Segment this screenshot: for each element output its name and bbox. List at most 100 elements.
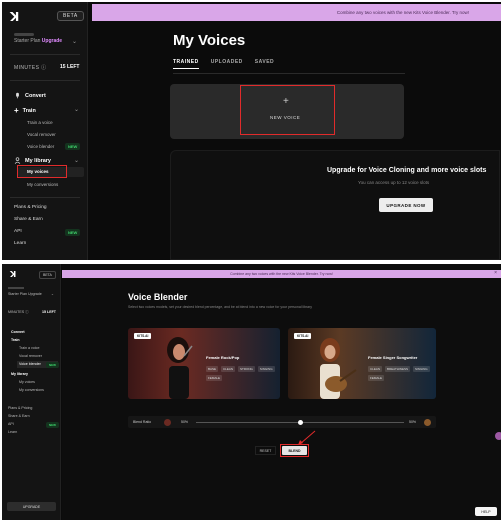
nav-share-earn[interactable]: Share & Earn [14,217,43,222]
blend-left-percent: 50% [181,420,189,424]
nav-learn[interactable]: Learn [14,241,26,246]
nav-my-conversions[interactable]: My conversions [19,388,44,392]
chevron-down-icon[interactable]: ⌄ [51,292,54,296]
voice-card-right[interactable]: KITS.AI Female Singer Songwriter CLEAN B… [288,328,436,399]
nav-my-library[interactable]: My library [14,157,51,164]
page-title: My Voices [173,32,246,49]
nav-my-voices[interactable]: My voices [19,380,35,384]
voice-source-badge: KITS.AI [134,333,152,339]
upgrade-button[interactable]: UPGRADE [7,502,56,511]
divider [10,54,80,55]
sidebar: ꓘ BETA Starter Plan Upgrade ⌄ MINUTES ⓘ … [2,264,61,520]
plus-icon: + [14,106,19,115]
nav-voice-blender[interactable]: Voice blender [27,144,54,149]
main-content: Combine any two voices with the new Kits… [89,2,501,260]
voice-card-left[interactable]: KITS.AI Female Rock/Pop BASE CLEAN STRON… [128,328,280,399]
chat-bubble-icon[interactable] [495,432,501,440]
voice-tags: BASE CLEAN STRONG SINGING FEMALE [206,366,280,381]
voice-left-avatar [164,419,171,426]
tab-saved[interactable]: SAVED [255,59,274,65]
new-badge: NEW [65,229,81,236]
my-voices-screenshot: ꓘ BETA Starter Plan Upgrade ⌄ MINUTES ⓘ … [2,2,501,260]
voice-right-avatar [424,419,431,426]
upgrade-subtitle: You can access up to 12 voice slots [358,180,430,185]
voice-name: Female Singer Songwriter [368,355,418,360]
kits-logo-icon[interactable]: ꓘ [10,270,16,279]
nav-plans-pricing[interactable]: Plans & Pricing [8,406,32,410]
blend-slider-handle[interactable] [297,420,303,425]
divider [10,197,80,198]
nav-train[interactable]: Train [11,338,20,342]
plus-icon: + [283,96,289,107]
voice-tag: FEMALE [206,375,223,381]
voice-tag: BREATHINESS [385,366,410,372]
main-content: Combine any two voices with the new Kits… [62,264,501,520]
nav-train[interactable]: + Train [14,106,36,115]
tab-uploaded[interactable]: UPLOADED [211,59,243,65]
highlight-box [240,85,335,135]
voice-tag: SINGING [412,366,430,372]
page-title: Voice Blender [128,292,188,302]
chevron-down-icon[interactable]: ⌄ [72,38,77,45]
divider [10,80,80,81]
nav-convert[interactable]: Convert [11,330,25,334]
microphone-icon [16,92,19,99]
close-icon[interactable]: × [494,270,497,276]
nav-convert[interactable]: Convert [14,92,46,99]
new-badge: NEW [65,143,81,150]
minutes-label: MINUTES ⓘ [8,310,29,314]
nav-train-voice[interactable]: Train a voice [27,120,53,125]
nav-my-conversions[interactable]: My conversions [27,182,58,187]
beta-badge: BETA [57,11,84,21]
tab-bar: TRAINED UPLOADED SAVED [173,59,274,69]
minutes-left: 15 LEFT [60,64,80,70]
voice-tag: CLEAN [368,366,383,372]
upgrade-now-button[interactable]: UPGRADE NOW [379,198,433,212]
kits-logo-icon[interactable]: ꓘ [10,11,22,23]
nav-my-library[interactable]: My library [11,372,28,376]
reset-button[interactable]: RESET [255,446,276,455]
nav-share-earn[interactable]: Share & Earn [8,414,30,418]
account-name-redacted [8,287,24,289]
nav-train-voice[interactable]: Train a voice [19,346,39,350]
help-button[interactable]: HELP [475,507,497,516]
tab-trained[interactable]: TRAINED [173,59,199,69]
new-badge: NEW [46,362,59,368]
promo-banner[interactable]: Combine any two voices with the new Kits… [92,4,501,21]
blend-right-percent: 50% [409,420,417,424]
minutes-label: MINUTES ⓘ [14,65,47,71]
voice-blender-screenshot: ꓘ BETA Starter Plan Upgrade ⌄ MINUTES ⓘ … [2,264,501,520]
nav-api[interactable]: API [8,422,14,426]
plan-label[interactable]: Starter Plan Upgrade [14,38,62,44]
page-subtitle: Select two voices models, set your desir… [128,305,313,309]
promo-banner[interactable]: Combine any two voices with the new Kits… [62,270,501,278]
highlight-box [280,444,309,457]
voice-name: Female Rock/Pop [206,355,240,360]
nav-vocal-remover[interactable]: Vocal remover [27,132,56,137]
voice-tag: CLEAN [221,366,236,372]
divider [173,73,405,74]
chevron-down-icon[interactable]: ⌄ [74,157,79,164]
nav-learn[interactable]: Learn [8,430,17,434]
nav-vocal-remover[interactable]: Vocal remover [19,354,42,358]
plan-label[interactable]: Starter Plan Upgrade [8,292,42,296]
nav-api[interactable]: API [14,229,22,234]
voice-tag: FEMALE [368,375,385,381]
chevron-down-icon[interactable]: ⌄ [74,106,79,113]
minutes-left: 15 LEFT [42,310,56,314]
sidebar: ꓘ BETA Starter Plan Upgrade ⌄ MINUTES ⓘ … [2,2,88,260]
new-voice-label[interactable]: NEW VOICE [270,115,300,120]
voice-tag: STRONG [238,366,255,372]
highlight-box [17,165,67,178]
voice-tag: BASE [206,366,219,372]
new-badge: NEW [46,422,59,428]
nav-plans-pricing[interactable]: Plans & Pricing [14,205,47,210]
user-icon [14,157,21,164]
blend-ratio-row: Blend Ratio 50% 50% [128,416,436,428]
singer-portrait-image [167,337,193,399]
nav-voice-blender[interactable]: Voice blender [19,362,41,366]
voice-tags: CLEAN BREATHINESS SINGING FEMALE [368,366,436,381]
account-name-redacted [14,33,34,36]
voice-tag: SINGING [257,366,275,372]
beta-badge: BETA [39,271,56,279]
